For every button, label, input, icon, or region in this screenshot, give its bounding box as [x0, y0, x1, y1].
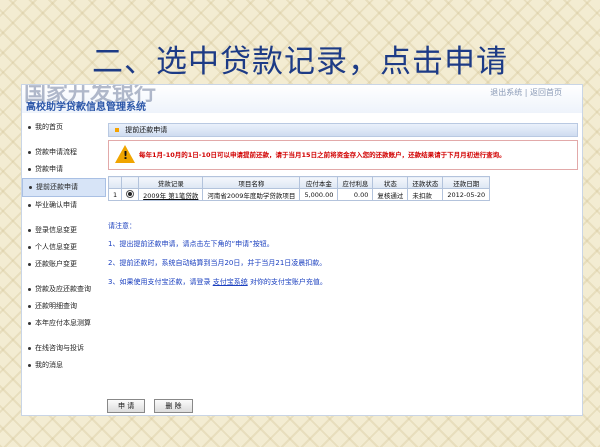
- bullet-icon: [28, 304, 31, 308]
- sidebar: 我的首页贷款申请流程 贷款申请提前还款申请 毕业确认申请 登录信息变更 个人信息变更 还款…: [22, 119, 106, 374]
- panel-header-icon: [115, 128, 119, 132]
- sidebar-item-label: 毕业确认申请: [35, 201, 77, 209]
- sidebar-item[interactable]: 提前还款申请: [22, 178, 106, 197]
- loan-table: 贷款记录 项目名称 应付本金 应付利息 状态 还款状态 还款日期 1 2009年 第1笔贷款河…: [107, 176, 491, 201]
- table-cell: [121, 188, 140, 201]
- alipay-link[interactable]: 支付宝系统: [213, 278, 248, 286]
- note-line-1: 1、提出提前还款申请，请点击左下角的“申请”按钮。: [108, 240, 274, 248]
- column-header: 还款状态: [407, 176, 444, 189]
- sidebar-item-label: 贷款申请流程: [35, 148, 77, 156]
- bullet-icon: [28, 262, 31, 266]
- table-cell: 5,000.00: [299, 188, 339, 201]
- sidebar-item[interactable]: 贷款申请: [22, 161, 106, 178]
- sidebar-item[interactable]: 还款账户变更: [22, 256, 106, 273]
- bullet-icon: [28, 346, 31, 350]
- table-cell: 复核通过: [372, 188, 409, 201]
- bullet-icon: [29, 185, 32, 189]
- table-cell: 0.00: [337, 188, 374, 201]
- sidebar-item-label: 我的消息: [35, 361, 63, 369]
- sidebar-item-label: 还款账户变更: [35, 260, 77, 268]
- panel-header: 提前还款申请: [108, 123, 578, 137]
- bullet-icon: [28, 203, 31, 207]
- table-row[interactable]: 1 2009年 第1笔贷款 河南省2009年度助学贷款项目 5,000.00 0.00 复…: [107, 188, 491, 201]
- sidebar-item[interactable]: 贷款申请流程: [22, 144, 106, 161]
- table-cell: 未扣款: [407, 188, 444, 201]
- action-buttons: 申 请 删 除: [107, 393, 197, 413]
- bullet-icon: [28, 125, 31, 129]
- column-header: [121, 176, 140, 189]
- sidebar-item-label: 提前还款申请: [36, 183, 78, 191]
- sidebar-item[interactable]: 毕业确认申请: [22, 197, 106, 214]
- sidebar-item-label: 个人信息变更: [35, 243, 77, 251]
- table-cell: 1: [107, 188, 123, 201]
- sidebar-item[interactable]: 还款明细查询: [22, 298, 106, 315]
- warning-message: 每年1月-10月的1日-10日可以申请提前还款，请于当月15日之前将资金存入您的…: [139, 151, 506, 159]
- system-name: 高校助学贷款信息管理系统: [26, 102, 146, 113]
- sidebar-item-label: 贷款申请: [35, 165, 63, 173]
- sidebar-item-label: 还款明细查询: [35, 302, 77, 310]
- column-header: 应付利息: [337, 176, 374, 189]
- table-cell: 2012-05-20: [442, 188, 491, 201]
- header-links[interactable]: 退出系统 | 返回首页: [490, 87, 562, 98]
- sidebar-item-label: 在线咨询与投诉: [35, 344, 84, 352]
- column-header: [107, 176, 123, 189]
- sidebar-item-label: 我的首页: [35, 123, 63, 131]
- column-header: 应付本金: [299, 176, 339, 189]
- table-cell: 2009年 第1笔贷款: [138, 188, 204, 201]
- apply-button[interactable]: 申 请: [107, 399, 146, 413]
- column-header: 状态: [372, 176, 409, 189]
- bullet-icon: [28, 321, 31, 325]
- bullet-icon: [28, 150, 31, 154]
- panel-header-title: 提前还款申请: [125, 126, 168, 134]
- notes: 请注意： 1、提出提前还款申请，请点击左下角的“申请”按钮。 2、提前还款时，系…: [108, 221, 578, 287]
- sidebar-item[interactable]: 我的消息: [22, 357, 106, 374]
- warning-box: ! 每年1月-10月的1日-10日可以申请提前还款，请于当月15日之前将资金存入…: [108, 140, 578, 170]
- sidebar-item[interactable]: 个人信息变更: [22, 239, 106, 256]
- system-header: 国家开发银行 高校助学贷款信息管理系统 退出系统 | 返回首页: [22, 85, 582, 113]
- main-content: 提前还款申请 ! 每年1月-10月的1日-10日可以申请提前还款，请于当月15日…: [107, 123, 578, 296]
- sidebar-item[interactable]: 我的首页: [22, 119, 106, 136]
- sidebar-item[interactable]: 登录信息变更: [22, 222, 106, 239]
- bullet-icon: [28, 167, 31, 171]
- bullet-icon: [28, 287, 31, 291]
- bullet-icon: [28, 245, 31, 249]
- warning-icon: !: [115, 145, 135, 163]
- sidebar-item[interactable]: 本年应付本息测算: [22, 315, 106, 332]
- column-header: 还款日期: [442, 176, 491, 189]
- column-header: 贷款记录: [138, 176, 204, 189]
- sidebar-item-label: 登录信息变更: [35, 226, 77, 234]
- app-window: 国家开发银行 高校助学贷款信息管理系统 退出系统 | 返回首页 我的首页贷款申请…: [21, 84, 583, 416]
- slide-title: 二、选中贷款记录，点击申请: [92, 44, 508, 80]
- column-header: 项目名称: [202, 176, 301, 189]
- note-line-3: 3、如果使用支付宝还款，请登录 支付宝系统 对你的支付宝账户充值。: [108, 278, 327, 286]
- delete-button[interactable]: 删 除: [154, 399, 193, 413]
- table-cell: 河南省2009年度助学贷款项目: [202, 188, 301, 201]
- notes-heading: 请注意：: [108, 222, 136, 230]
- sidebar-item-label: 贷款及应还款查询: [35, 285, 91, 293]
- sidebar-item[interactable]: 贷款及应还款查询: [22, 281, 106, 298]
- bullet-icon: [28, 228, 31, 232]
- note-line-2: 2、提前还款时，系统自动结算到当月20日，并于当月21日凌晨扣款。: [108, 259, 327, 267]
- sidebar-item[interactable]: 在线咨询与投诉: [22, 340, 106, 357]
- row-select-radio[interactable]: [126, 189, 135, 198]
- bullet-icon: [28, 363, 31, 367]
- sidebar-item-label: 本年应付本息测算: [35, 319, 91, 327]
